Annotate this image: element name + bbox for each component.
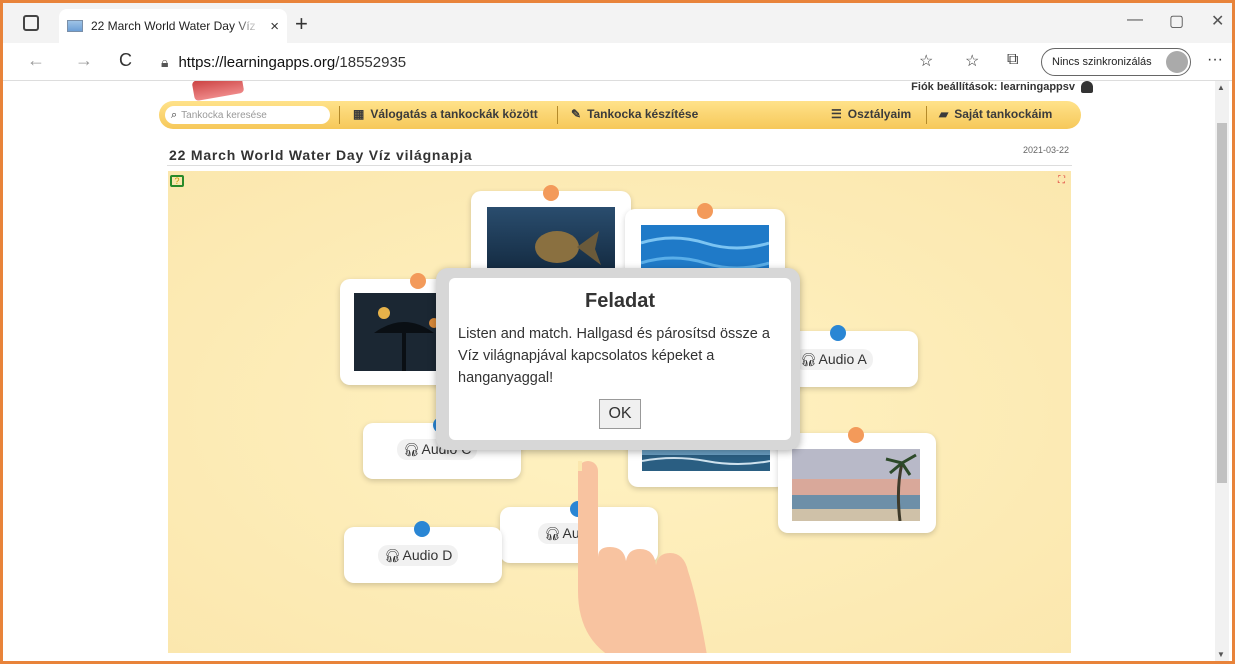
screenshot-frame: 22 March World Water Day Víz világnapja … xyxy=(0,0,1235,664)
url-path: /18552935 xyxy=(335,53,407,71)
menu-divider xyxy=(557,106,558,124)
dialog-text: Listen and match. Hallgasd és párosítsd … xyxy=(458,326,770,386)
search-placeholder: Tankocka keresése xyxy=(181,109,267,121)
pin-icon xyxy=(543,185,559,201)
title-divider xyxy=(167,165,1072,166)
headphones-icon: 🎧︎ xyxy=(384,548,401,563)
pin-icon xyxy=(414,521,430,537)
menu-classes-label: Osztályaim xyxy=(847,107,912,121)
menu-create-app[interactable]: ✎ Tankocka készítése xyxy=(571,107,698,121)
address-bar: ← → C 🔒︎ https://learningapps.org/185529… xyxy=(3,43,1232,81)
headphones-icon: 🎧︎ xyxy=(403,442,420,457)
more-menu-button[interactable]: ··· xyxy=(1207,51,1223,69)
menu-browse-apps[interactable]: ▦ Válogatás a tankockák között xyxy=(353,107,538,121)
browser-tab-bar: 22 March World Water Day Víz világnapja … xyxy=(3,3,1232,43)
pin-icon xyxy=(848,427,864,443)
account-settings-link[interactable]: Fiók beállítások: learningappsv xyxy=(911,81,1075,93)
learningapps-logo[interactable] xyxy=(191,81,245,102)
list-icon: ☰ xyxy=(831,107,842,121)
favorites-icon[interactable]: ☆ xyxy=(965,51,979,71)
headphones-icon: 🎧︎ xyxy=(800,352,817,367)
task-dialog: Feladat Listen and match. Hallgasd és pá… xyxy=(449,278,791,440)
menu-browse-label: Válogatás a tankockák között xyxy=(370,107,538,121)
page-scrollbar[interactable]: ▲ ▼ xyxy=(1215,81,1229,661)
search-input[interactable]: ⌕ Tankocka keresése xyxy=(165,106,330,124)
scroll-up-icon[interactable]: ▲ xyxy=(1217,83,1225,92)
minimize-button[interactable]: — xyxy=(1127,11,1143,29)
image-card-beach[interactable] xyxy=(778,427,936,533)
page-content: Fiók beállítások: learningappsv ⌕ Tankoc… xyxy=(3,81,1223,661)
pin-icon xyxy=(410,273,426,289)
pencil-icon: ✎ xyxy=(571,107,582,121)
tab-close-icon[interactable]: × xyxy=(270,18,279,35)
user-icon xyxy=(1081,81,1093,93)
app-title: 22 March World Water Day Víz világnapja xyxy=(169,147,473,163)
reload-button[interactable]: C xyxy=(119,50,132,71)
collections-icon[interactable]: ⧉ xyxy=(1007,51,1018,69)
pin-icon xyxy=(830,325,846,341)
audio-d-text: Audio D xyxy=(402,547,453,563)
tab-favicon-icon xyxy=(67,20,83,32)
menu-my-apps[interactable]: ▰ Saját tankockáim xyxy=(939,107,1052,121)
headphones-icon: 🎧︎ xyxy=(544,526,561,541)
menu-divider xyxy=(339,106,340,124)
folder-icon: ▰ xyxy=(939,107,949,121)
new-tab-button[interactable]: + xyxy=(295,11,308,37)
scroll-down-icon[interactable]: ▼ xyxy=(1217,650,1225,659)
browser-tab[interactable]: 22 March World Water Day Víz világnapja … xyxy=(59,9,287,43)
audio-card-d[interactable]: 🎧︎ Audio D xyxy=(344,521,502,583)
tab-actions-icon[interactable] xyxy=(23,15,39,31)
tutorial-hand-icon xyxy=(578,461,707,653)
app-date: 2021-03-22 xyxy=(1023,145,1070,155)
audio-label-a[interactable]: 🎧︎ Audio A xyxy=(794,349,873,370)
read-aloud-icon[interactable]: ☆ xyxy=(919,51,933,71)
pin-icon xyxy=(697,203,713,219)
menu-divider xyxy=(926,106,927,124)
profile-avatar xyxy=(1166,51,1188,73)
menu-create-label: Tankocka készítése xyxy=(587,107,699,121)
dialog-title: Feladat xyxy=(584,290,656,312)
url-domain: https://learningapps.org xyxy=(178,53,336,71)
lock-icon: 🔒︎ xyxy=(161,53,169,70)
search-icon: ⌕ xyxy=(171,108,178,121)
back-button[interactable]: ← xyxy=(27,50,45,71)
sync-label: Nincs szinkronizálás xyxy=(1052,56,1152,68)
audio-label-d[interactable]: 🎧︎ Audio D xyxy=(378,545,459,566)
forward-button[interactable]: → xyxy=(75,50,93,71)
audio-card-a[interactable]: 🎧︎ Audio A xyxy=(780,325,918,387)
help-icon[interactable]: ? xyxy=(170,175,184,187)
sync-button[interactable]: Nincs szinkronizálás xyxy=(1041,48,1191,76)
close-window-button[interactable]: ✕ xyxy=(1211,11,1224,31)
beach-image xyxy=(792,449,920,521)
audio-a-text: Audio A xyxy=(818,351,867,367)
menu-my-classes[interactable]: ☰ Osztályaim xyxy=(831,107,911,121)
fullscreen-icon[interactable]: ⛶ xyxy=(1058,175,1065,186)
menu-my-apps-label: Saját tankockáim xyxy=(954,107,1053,121)
tab-title: 22 March World Water Day Víz világnapja xyxy=(90,19,260,33)
ok-button[interactable]: OK xyxy=(599,399,641,429)
restore-button[interactable]: ▢ xyxy=(1169,11,1184,31)
grid-icon: ▦ xyxy=(353,107,365,121)
scroll-thumb[interactable] xyxy=(1217,123,1227,483)
main-menu-bar: ⌕ Tankocka keresése ▦ Válogatás a tankock… xyxy=(159,101,1081,129)
